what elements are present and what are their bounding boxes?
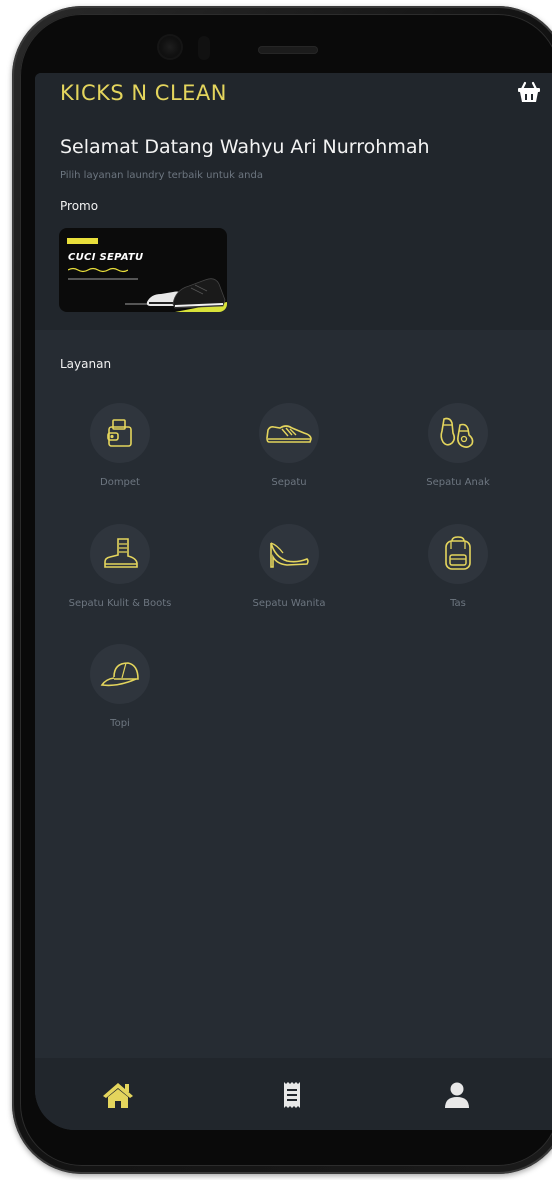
service-dompet[interactable]: Dompet [45, 403, 195, 488]
camera-sensor [198, 36, 210, 60]
boot-icon [104, 538, 138, 568]
service-sepatu[interactable]: Sepatu [214, 403, 364, 488]
service-icon-circle [259, 403, 319, 463]
front-camera [159, 36, 181, 58]
service-label: Sepatu Kulit & Boots [68, 598, 172, 609]
service-sepatu-anak[interactable]: Sepatu Anak [383, 403, 533, 488]
promo-fine-print [68, 278, 138, 280]
service-icon-circle [90, 524, 150, 584]
promo-banner[interactable]: CUCI SEPATU [59, 228, 227, 312]
service-label: Tas [450, 598, 466, 609]
user-icon [445, 1082, 469, 1108]
promo-wave-decoration [68, 267, 128, 273]
service-sepatu-wanita[interactable]: Sepatu Wanita [214, 524, 364, 609]
receipt-icon [284, 1082, 300, 1108]
service-label: Sepatu Wanita [252, 598, 326, 609]
app-brand-title: KICKS N CLEAN [60, 81, 227, 105]
home-icon [103, 1083, 133, 1108]
promo-heading: Promo [60, 199, 99, 213]
kids-shoes-icon [440, 417, 474, 448]
nav-orders[interactable] [275, 1078, 309, 1112]
welcome-heading: Selamat Datang Wahyu Ari Nurrohmah [60, 136, 430, 158]
promo-tag [67, 238, 98, 244]
wallet-icon [107, 419, 132, 447]
service-label: Sepatu Anak [426, 477, 490, 488]
service-tas[interactable]: Tas [383, 524, 533, 609]
service-icon-circle [90, 403, 150, 463]
service-icon-circle [90, 644, 150, 704]
services-heading: Layanan [60, 357, 112, 371]
service-sepatu-kulit-boots[interactable]: Sepatu Kulit & Boots [45, 524, 195, 609]
service-label: Sepatu [271, 477, 307, 488]
promo-banner-title: CUCI SEPATU [68, 252, 144, 263]
service-label: Dompet [100, 477, 140, 488]
heel-icon [270, 542, 309, 568]
header-section: KICKS N CLEAN Selamat Datang Wahyu Ari N… [35, 73, 552, 330]
nav-profile[interactable] [440, 1078, 474, 1112]
service-topi[interactable]: Topi [45, 644, 195, 729]
earpiece-speaker [258, 46, 318, 54]
service-icon-circle [428, 524, 488, 584]
promo-shoes-image [146, 278, 227, 312]
cap-icon [100, 662, 139, 687]
basket-icon[interactable] [516, 79, 542, 105]
service-label: Topi [110, 718, 130, 729]
welcome-subtitle: Pilih layanan laundry terbaik untuk anda [60, 170, 263, 181]
sneaker-icon [266, 425, 312, 443]
backpack-icon [445, 536, 471, 570]
bottom-navigation [35, 1058, 552, 1130]
service-icon-circle [259, 524, 319, 584]
service-icon-circle [428, 403, 488, 463]
app-screen: KICKS N CLEAN Selamat Datang Wahyu Ari N… [35, 73, 552, 1130]
nav-home[interactable] [101, 1078, 135, 1112]
